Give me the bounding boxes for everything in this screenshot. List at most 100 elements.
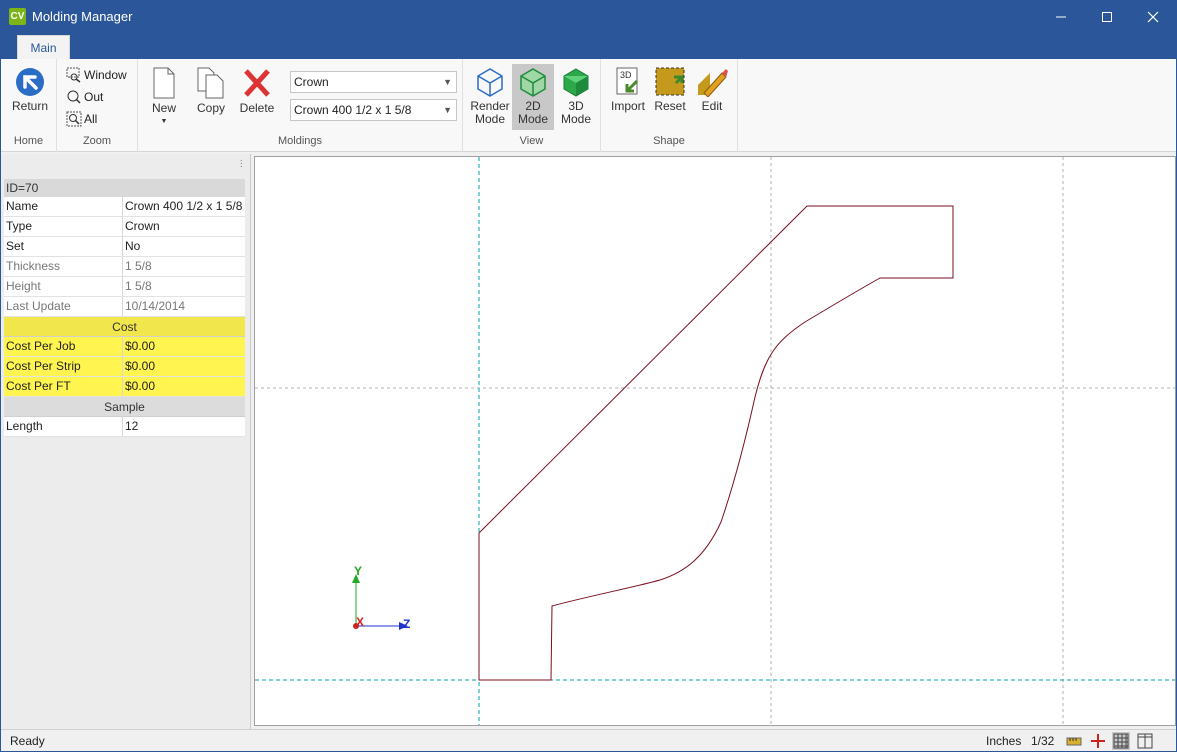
prop-label: Name xyxy=(4,197,123,216)
status-bar: Ready Inches 1/32 xyxy=(1,729,1176,751)
zoom-window-button[interactable]: Window xyxy=(66,67,127,83)
prop-value-set[interactable]: No xyxy=(123,237,245,256)
delete-x-icon xyxy=(244,69,270,97)
ruler-icon[interactable] xyxy=(1065,732,1083,750)
render-mode-button[interactable]: Render Mode xyxy=(469,67,511,126)
copy-button[interactable]: Copy xyxy=(194,67,228,115)
3d-mode-button[interactable]: 3D Mode xyxy=(555,67,597,126)
grid-toggle-icon[interactable] xyxy=(1112,732,1130,750)
x-axis-label: X xyxy=(356,615,364,629)
molding-profile-value: Crown 400 1/2 x 1 5/8 xyxy=(294,103,412,117)
y-axis-label: Y xyxy=(354,564,362,578)
prop-value-name[interactable]: Crown 400 1/2 x 1 5/8 xyxy=(123,197,245,216)
tab-main[interactable]: Main xyxy=(17,35,70,59)
sample-section-header[interactable]: Sample xyxy=(4,397,245,417)
return-arrow-icon xyxy=(16,68,44,96)
prop-row-type: Type Crown xyxy=(4,217,245,237)
molding-type-select[interactable]: Crown ▼ xyxy=(290,71,457,93)
return-button[interactable]: Return xyxy=(9,67,51,113)
zoom-group: Window Out All Zoom xyxy=(57,59,138,152)
chevron-down-icon: ▼ xyxy=(443,77,452,87)
molding-type-value: Crown xyxy=(294,75,329,89)
app-window: CV Molding Manager Main Return Home Wind… xyxy=(0,0,1177,752)
prop-label: Set xyxy=(4,237,123,256)
molding-profile-select[interactable]: Crown 400 1/2 x 1 5/8 ▼ xyxy=(290,99,457,121)
prop-label: Thickness xyxy=(4,257,123,276)
z-axis-label: Z xyxy=(403,617,410,631)
zoom-out-icon xyxy=(67,90,81,104)
prop-value-cost-per-strip[interactable]: $0.00 xyxy=(123,357,245,376)
delete-label: Delete xyxy=(239,101,275,115)
molding-id: ID=70 xyxy=(4,179,245,197)
prop-value-last-update: 10/14/2014 xyxy=(123,297,245,316)
prop-value-thickness: 1 5/8 xyxy=(123,257,245,276)
close-icon xyxy=(1147,11,1159,22)
minimize-button[interactable] xyxy=(1038,1,1084,32)
prop-row-name: Name Crown 400 1/2 x 1 5/8 xyxy=(4,197,245,217)
zoom-all-icon xyxy=(66,111,82,127)
zoom-all-button[interactable]: All xyxy=(66,111,97,127)
view-group-label: View xyxy=(519,135,544,147)
cost-section-header[interactable]: Cost xyxy=(4,317,245,337)
new-label: New xyxy=(151,101,176,115)
moldings-group: New ▼ Copy Delete Crown ▼ Crown 400 1/2 … xyxy=(138,59,463,152)
app-logo-icon: CV xyxy=(9,8,26,25)
new-dropdown-icon: ▼ xyxy=(160,118,168,125)
split-view-icon[interactable] xyxy=(1136,732,1154,750)
panel-grip-icon[interactable]: · · · xyxy=(240,156,243,172)
drawing-canvas[interactable]: Y X Z xyxy=(254,156,1176,726)
2d-mode-button[interactable]: 2D Mode xyxy=(512,64,554,130)
profile-viewport[interactable]: Y X Z xyxy=(255,157,1176,726)
units-indicator[interactable]: Inches xyxy=(986,734,1021,748)
prop-row-length: Length 12 xyxy=(4,417,245,437)
molding-profile-shape[interactable] xyxy=(478,205,954,681)
prop-label: Length xyxy=(4,417,123,436)
prop-row-cost-per-ft: Cost Per FT $0.00 xyxy=(4,377,245,397)
moldings-group-label: Moldings xyxy=(277,135,323,147)
prop-row-height: Height 1 5/8 xyxy=(4,277,245,297)
maximize-icon xyxy=(1102,11,1112,22)
edit-button[interactable]: Edit xyxy=(693,67,731,113)
new-document-icon xyxy=(153,67,175,99)
ribbon: Return Home Window Out All Zoom New ▼ Co… xyxy=(1,59,1176,152)
import-label: Import xyxy=(610,99,645,113)
new-button[interactable]: New ▼ xyxy=(148,67,180,128)
axis-triad: Y X Z xyxy=(352,564,410,631)
3d-mode-line2: Mode xyxy=(560,112,592,126)
wireframe-cube-icon xyxy=(477,68,503,97)
copy-icon xyxy=(197,67,224,99)
precision-indicator[interactable]: 1/32 xyxy=(1031,734,1054,748)
prop-row-last-update: Last Update 10/14/2014 xyxy=(4,297,245,317)
prop-value-cost-per-job[interactable]: $0.00 xyxy=(123,337,245,356)
prop-value-type[interactable]: Crown xyxy=(123,217,245,236)
delete-button[interactable]: Delete xyxy=(238,67,276,115)
maximize-button[interactable] xyxy=(1084,1,1130,32)
prop-value-cost-per-ft[interactable]: $0.00 xyxy=(123,377,245,396)
3d-cube-icon xyxy=(563,68,589,97)
zoom-group-label: Zoom xyxy=(82,135,112,147)
title-bar: CV Molding Manager xyxy=(1,1,1176,32)
status-ready: Ready xyxy=(10,734,45,748)
prop-label: Cost Per FT xyxy=(4,377,123,396)
prop-value-length[interactable]: 12 xyxy=(123,417,245,436)
prop-row-cost-per-job: Cost Per Job $0.00 xyxy=(4,337,245,357)
prop-row-cost-per-strip: Cost Per Strip $0.00 xyxy=(4,357,245,377)
chevron-down-icon: ▼ xyxy=(443,105,452,115)
prop-label: Cost Per Job xyxy=(4,337,123,356)
zoom-window-icon xyxy=(66,67,81,83)
ribbon-tabs: Main xyxy=(1,32,1176,59)
minimize-icon xyxy=(1056,16,1066,17)
import-button[interactable]: 3D Import xyxy=(609,67,647,113)
crosshair-icon[interactable] xyxy=(1089,732,1107,750)
prop-label: Height xyxy=(4,277,123,296)
close-button[interactable] xyxy=(1130,1,1176,32)
prop-label: Cost Per Strip xyxy=(4,357,123,376)
zoom-window-label: Window xyxy=(84,68,127,82)
reset-button[interactable]: Reset xyxy=(651,67,689,113)
prop-value-height: 1 5/8 xyxy=(123,277,245,296)
prop-row-thickness: Thickness 1 5/8 xyxy=(4,257,245,277)
zoom-out-button[interactable]: Out xyxy=(66,89,103,105)
properties-panel: · · · ID=70 Name Crown 400 1/2 x 1 5/8 Typ… xyxy=(1,154,251,729)
2d-cube-icon xyxy=(520,68,546,97)
edit-label: Edit xyxy=(701,99,723,113)
